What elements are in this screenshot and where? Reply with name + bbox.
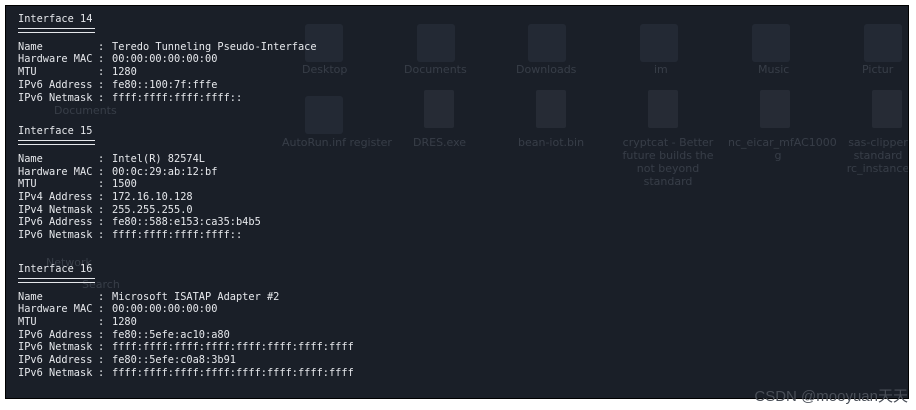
property-value: fe80::100:7f:fffe bbox=[112, 78, 218, 91]
property-row: MTU:1280 bbox=[18, 316, 908, 329]
property-separator: : bbox=[98, 229, 105, 242]
property-key: IPv4 Address bbox=[18, 191, 93, 204]
property-key: IPv6 Address bbox=[18, 328, 93, 341]
property-row: IPv6 Address: fe80::5efe:ac10:a80 bbox=[18, 329, 908, 342]
property-key: IPv6 Netmask bbox=[18, 366, 93, 379]
property-value: fe80::5efe:ac10:a80 bbox=[112, 328, 230, 341]
property-key: IPv6 Address bbox=[18, 354, 93, 367]
property-separator: : bbox=[98, 66, 105, 79]
property-separator: : bbox=[98, 216, 105, 229]
property-key: Hardware MAC bbox=[18, 53, 93, 66]
property-row: Name: Intel(R) 82574L bbox=[18, 153, 908, 166]
property-row: IPv6 Netmask: ffff:ffff:ffff:ffff:: bbox=[18, 92, 908, 105]
property-row: IPv6 Address: fe80::588:e153:ca35:b4b5 bbox=[18, 216, 908, 229]
property-key: IPv6 Netmask bbox=[18, 91, 93, 104]
property-key: Name bbox=[18, 290, 43, 303]
property-row: Hardware MAC:00:00:00:00:00:00 bbox=[18, 53, 908, 66]
property-row: Hardware MAC:00:00:00:00:00:00 bbox=[18, 303, 908, 316]
property-separator: : bbox=[98, 366, 105, 379]
property-row: IPv6 Netmask: ffff:ffff:ffff:ffff:: bbox=[18, 229, 908, 242]
property-value: 172.16.10.128 bbox=[112, 191, 193, 204]
property-row: IPv6 Address: fe80::5efe:c0a8:3b91 bbox=[18, 354, 908, 367]
property-separator: : bbox=[98, 354, 105, 367]
property-value: 1280 bbox=[112, 66, 137, 79]
interface-block: Interface 16 Name: Microsoft ISATAP Adapt… bbox=[18, 263, 908, 380]
property-separator: : bbox=[98, 91, 105, 104]
property-value: Microsoft ISATAP Adapter #2 bbox=[112, 290, 280, 303]
property-separator: : bbox=[98, 303, 105, 316]
property-separator: : bbox=[98, 53, 105, 66]
property-key: IPv6 Address bbox=[18, 216, 93, 229]
title-underline bbox=[18, 27, 95, 33]
terminal-output: Interface 14 Name: Teredo Tunneling Pseud… bbox=[6, 6, 908, 398]
property-key: IPv6 Address bbox=[18, 78, 93, 91]
property-key: Name bbox=[18, 152, 43, 165]
property-separator: : bbox=[98, 152, 105, 165]
property-key: IPv6 Netmask bbox=[18, 341, 93, 354]
property-separator: : bbox=[98, 315, 105, 328]
interface-title: Interface 16 bbox=[18, 262, 93, 275]
property-key: MTU bbox=[18, 66, 37, 79]
property-key: MTU bbox=[18, 178, 37, 191]
property-separator: : bbox=[98, 78, 105, 91]
property-key: IPv6 Netmask bbox=[18, 229, 93, 242]
property-separator: : bbox=[98, 178, 105, 191]
property-row: MTU:1280 bbox=[18, 66, 908, 79]
property-row: IPv6 Netmask: ffff:ffff:ffff:ffff:ffff:ff… bbox=[18, 341, 908, 354]
interface-title: Interface 15 bbox=[18, 125, 93, 138]
property-value: Teredo Tunneling Pseudo-Interface bbox=[112, 40, 317, 53]
property-separator: : bbox=[98, 290, 105, 303]
property-key: Hardware MAC bbox=[18, 165, 93, 178]
interface-title: Interface 14 bbox=[18, 13, 93, 25]
property-value: ffff:ffff:ffff:ffff:: bbox=[112, 91, 243, 104]
property-separator: : bbox=[98, 341, 105, 354]
property-value: 255.255.255.0 bbox=[112, 203, 193, 216]
interface-block: Interface 15 Name: Intel(R) 82574L Hardwa… bbox=[18, 125, 908, 242]
property-key: MTU bbox=[18, 315, 37, 328]
property-key: IPv4 Netmask bbox=[18, 203, 93, 216]
property-row: IPv4 Address:172.16.10.128 bbox=[18, 191, 908, 204]
property-key: Hardware MAC bbox=[18, 303, 93, 316]
property-row: Hardware MAC:00:0c:29:ab:12:bf bbox=[18, 166, 908, 179]
property-row: IPv4 Netmask:255.255.255.0 bbox=[18, 204, 908, 217]
property-row: IPv6 Netmask: ffff:ffff:ffff:ffff:ffff:ff… bbox=[18, 367, 908, 380]
terminal-window: Desktop Documents Downloads im Music Pic… bbox=[6, 6, 908, 398]
interface-block: Interface 14 Name: Teredo Tunneling Pseud… bbox=[18, 13, 908, 104]
property-value: fe80::588:e153:ca35:b4b5 bbox=[112, 216, 261, 229]
property-value: 00:00:00:00:00:00 bbox=[112, 303, 218, 316]
property-separator: : bbox=[98, 191, 105, 204]
property-value: ffff:ffff:ffff:ffff:ffff:ffff:ffff:ffff bbox=[112, 341, 354, 354]
property-separator: : bbox=[98, 203, 105, 216]
title-underline bbox=[18, 139, 95, 145]
property-row: IPv6 Address: fe80::100:7f:fffe bbox=[18, 79, 908, 92]
property-separator: : bbox=[98, 165, 105, 178]
title-underline bbox=[18, 277, 95, 283]
property-value: fe80::5efe:c0a8:3b91 bbox=[112, 354, 236, 367]
property-separator: : bbox=[98, 40, 105, 53]
property-row: MTU:1500 bbox=[18, 178, 908, 191]
property-key: Name bbox=[18, 40, 43, 53]
property-value: ffff:ffff:ffff:ffff:ffff:ffff:ffff:ffff bbox=[112, 366, 354, 379]
property-row: Name: Teredo Tunneling Pseudo-Interface bbox=[18, 41, 908, 54]
property-value: 1280 bbox=[112, 315, 137, 328]
property-separator: : bbox=[98, 328, 105, 341]
csdn-watermark: CSDN @mooyuan天天 bbox=[754, 388, 908, 405]
property-value: 00:0c:29:ab:12:bf bbox=[112, 165, 218, 178]
property-value: 1500 bbox=[112, 178, 137, 191]
property-value: ffff:ffff:ffff:ffff:: bbox=[112, 229, 243, 242]
property-row: Name: Microsoft ISATAP Adapter #2 bbox=[18, 291, 908, 304]
property-value: Intel(R) 82574L bbox=[112, 152, 205, 165]
property-value: 00:00:00:00:00:00 bbox=[112, 53, 218, 66]
